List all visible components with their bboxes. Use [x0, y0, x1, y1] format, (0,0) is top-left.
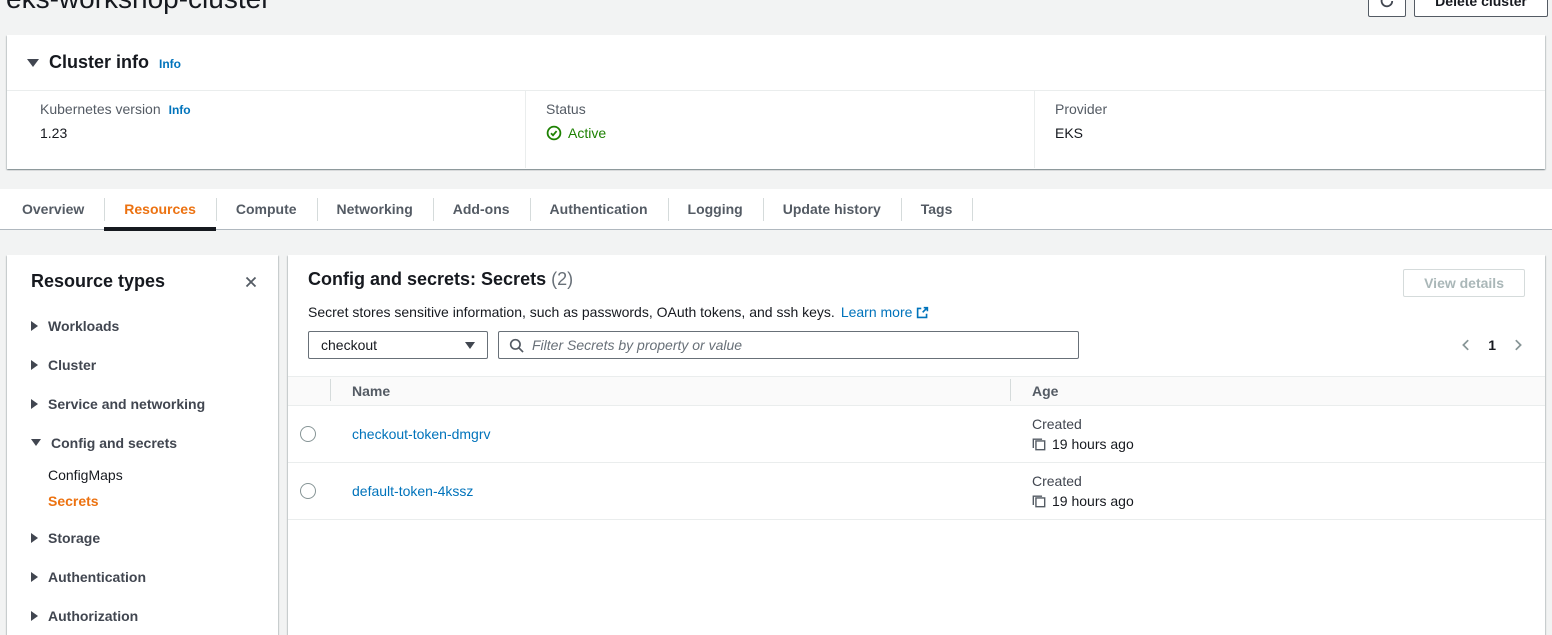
kubernetes-version-label: Kubernetes version — [40, 101, 161, 117]
check-circle-icon — [546, 125, 562, 141]
tab-update-history[interactable]: Update history — [763, 189, 901, 229]
sidebar-item-configmaps[interactable]: ConfigMaps — [7, 462, 278, 488]
view-details-button[interactable]: View details — [1403, 269, 1525, 297]
secret-name-link[interactable]: checkout-token-dmgrv — [352, 426, 491, 442]
column-header-age[interactable]: Age — [1010, 383, 1545, 399]
status-badge: Active — [546, 125, 1034, 141]
caret-right-icon — [31, 572, 38, 582]
caret-down-icon — [31, 439, 41, 446]
secrets-count: (2) — [551, 269, 573, 289]
caret-right-icon — [31, 399, 38, 409]
learn-more-link[interactable]: Learn more — [841, 304, 930, 320]
status-label: Status — [546, 101, 586, 117]
sidebar-close-button[interactable] — [242, 273, 260, 291]
sidebar-group-cluster[interactable]: Cluster — [7, 345, 278, 384]
page-title: eks-workshop-cluster — [6, 0, 271, 15]
age-value: 19 hours ago — [1052, 436, 1134, 452]
sidebar-group-workloads[interactable]: Workloads — [7, 306, 278, 345]
sidebar-group-authorization[interactable]: Authorization — [7, 596, 278, 635]
age-cell: Created 19 hours ago — [1010, 416, 1545, 452]
header-actions: Delete cluster — [1368, 0, 1548, 17]
delete-cluster-button[interactable]: Delete cluster — [1414, 0, 1548, 17]
current-page-number[interactable]: 1 — [1488, 337, 1496, 353]
age-value: 19 hours ago — [1052, 493, 1134, 509]
cluster-info-header[interactable]: Cluster info Info — [7, 35, 1545, 91]
chevron-right-icon — [1511, 338, 1525, 352]
dropdown-caret-icon — [465, 342, 475, 349]
tab-logging[interactable]: Logging — [668, 189, 763, 229]
resource-types-list: Workloads Cluster Service and networking… — [7, 306, 278, 635]
age-created-label: Created — [1032, 416, 1545, 432]
external-link-icon — [916, 306, 929, 319]
kubernetes-version-info-link[interactable]: Info — [169, 103, 191, 117]
resource-types-sidebar: Resource types Workloads Cluster Service… — [7, 255, 278, 635]
provider-field: Provider EKS — [1034, 91, 1545, 168]
collapse-caret-icon — [27, 59, 39, 67]
chevron-left-icon — [1459, 338, 1473, 352]
kubernetes-version-field: Kubernetes version Info 1.23 — [7, 91, 525, 168]
row-radio-button[interactable] — [300, 483, 316, 499]
tab-add-ons[interactable]: Add-ons — [433, 189, 530, 229]
filter-type-dropdown[interactable]: checkout — [308, 331, 488, 359]
table-row: default-token-4kssz Created 19 hours ago — [288, 463, 1545, 520]
age-cell: Created 19 hours ago — [1010, 473, 1545, 509]
caret-right-icon — [31, 321, 38, 331]
pagination: 1 — [1459, 337, 1525, 353]
secrets-search-box — [498, 331, 1079, 359]
copy-icon[interactable] — [1032, 494, 1046, 508]
status-field: Status Active — [525, 91, 1034, 168]
secrets-description: Secret stores sensitive information, suc… — [288, 297, 1545, 320]
cluster-info-panel: Cluster info Info Kubernetes version Inf… — [7, 35, 1545, 169]
age-created-label: Created — [1032, 473, 1545, 489]
tab-networking[interactable]: Networking — [317, 189, 433, 229]
refresh-button[interactable] — [1368, 0, 1406, 17]
secrets-panel-title: Config and secrets: Secrets (2) — [308, 269, 573, 290]
secrets-panel: Config and secrets: Secrets (2) View det… — [288, 255, 1545, 635]
secret-name-link[interactable]: default-token-4kssz — [352, 483, 473, 499]
provider-value: EKS — [1055, 125, 1545, 141]
tab-authentication[interactable]: Authentication — [530, 189, 668, 229]
sidebar-group-authentication[interactable]: Authentication — [7, 557, 278, 596]
refresh-icon — [1379, 0, 1395, 9]
caret-right-icon — [31, 533, 38, 543]
cluster-info-title: Cluster info — [49, 52, 149, 73]
kubernetes-version-value: 1.23 — [40, 125, 525, 141]
tab-overview[interactable]: Overview — [2, 189, 104, 229]
sidebar-group-service-and-networking[interactable]: Service and networking — [7, 384, 278, 423]
table-header-row: Name Age — [288, 376, 1545, 406]
tab-compute[interactable]: Compute — [216, 189, 317, 229]
caret-right-icon — [31, 360, 38, 370]
tab-resources[interactable]: Resources — [104, 189, 216, 229]
filter-type-dropdown-value: checkout — [321, 337, 377, 353]
sidebar-group-config-and-secrets[interactable]: Config and secrets — [7, 423, 278, 462]
sidebar-group-storage[interactable]: Storage — [7, 518, 278, 557]
cluster-tabs: Overview Resources Compute Networking Ad… — [0, 189, 1552, 230]
sidebar-item-secrets[interactable]: Secrets — [7, 488, 278, 514]
sidebar-title: Resource types — [31, 271, 165, 292]
table-row: checkout-token-dmgrv Created 19 hours ag… — [288, 406, 1545, 463]
cluster-info-info-link[interactable]: Info — [159, 57, 181, 71]
cluster-info-body: Kubernetes version Info 1.23 Status Acti… — [7, 91, 1545, 168]
secrets-filter-input[interactable] — [532, 337, 1068, 353]
search-icon — [509, 338, 524, 353]
status-value: Active — [568, 125, 606, 141]
secrets-table: Name Age checkout-token-dmgrv Created 19… — [288, 376, 1545, 520]
next-page-button[interactable] — [1511, 338, 1525, 352]
active-tab-underline — [104, 227, 216, 231]
row-radio-button[interactable] — [300, 426, 316, 442]
provider-label: Provider — [1055, 101, 1107, 117]
caret-right-icon — [31, 611, 38, 621]
column-header-name[interactable]: Name — [330, 383, 1010, 399]
previous-page-button[interactable] — [1459, 338, 1473, 352]
tab-tags[interactable]: Tags — [901, 189, 973, 229]
close-icon — [244, 275, 258, 289]
copy-icon[interactable] — [1032, 437, 1046, 451]
